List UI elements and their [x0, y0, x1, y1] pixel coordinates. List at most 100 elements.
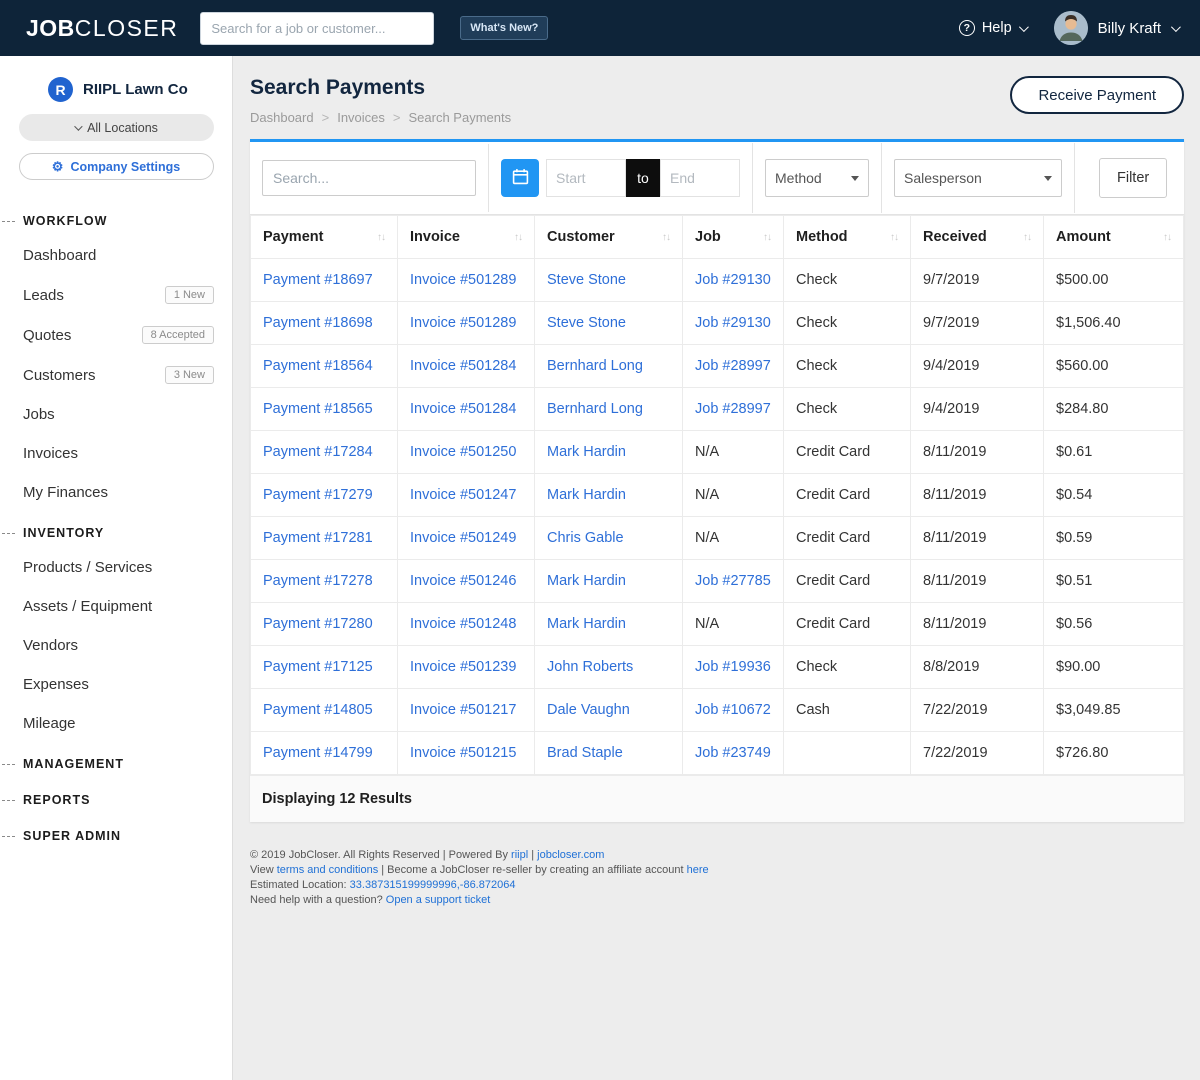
sidebar-item-my-finances[interactable]: My Finances: [0, 473, 232, 512]
breadcrumb-dashboard[interactable]: Dashboard: [250, 110, 314, 125]
customer-cell-link[interactable]: Steve Stone: [535, 259, 683, 302]
payment-cell-link[interactable]: Payment #18565: [251, 388, 398, 431]
sidebar-item-expenses[interactable]: Expenses: [0, 665, 232, 704]
column-header-payment[interactable]: Payment↑↓: [251, 216, 398, 259]
all-locations-dropdown[interactable]: All Locations: [19, 114, 214, 141]
invoice-cell-link[interactable]: Invoice #501247: [398, 474, 535, 517]
calendar-button[interactable]: [501, 159, 539, 197]
end-date-input[interactable]: [660, 159, 740, 197]
invoice-cell-link[interactable]: Invoice #501248: [398, 603, 535, 646]
footer-link[interactable]: riipl: [511, 849, 528, 861]
column-header-received[interactable]: Received↑↓: [911, 216, 1044, 259]
payment-cell-link[interactable]: Payment #17284: [251, 431, 398, 474]
invoice-cell-link[interactable]: Invoice #501289: [398, 302, 535, 345]
invoice-cell-link[interactable]: Invoice #501217: [398, 689, 535, 732]
sidebar-item-mileage[interactable]: Mileage: [0, 704, 232, 743]
job-cell-link[interactable]: Job #27785: [683, 560, 784, 603]
payment-cell-link[interactable]: Payment #14805: [251, 689, 398, 732]
help-menu[interactable]: ? Help: [959, 20, 1026, 36]
start-date-input[interactable]: [546, 159, 626, 197]
customer-cell-link[interactable]: Bernhard Long: [535, 388, 683, 431]
footer-link[interactable]: here: [687, 864, 709, 876]
whats-new-button[interactable]: What's New?: [460, 16, 548, 40]
company-settings-button[interactable]: ⚙ Company Settings: [19, 153, 214, 180]
receive-payment-button[interactable]: Receive Payment: [1010, 76, 1184, 114]
table-row: Payment #18564Invoice #501284Bernhard Lo…: [251, 345, 1184, 388]
invoice-cell-link[interactable]: Invoice #501215: [398, 732, 535, 775]
payment-cell-link[interactable]: Payment #14799: [251, 732, 398, 775]
column-header-job[interactable]: Job↑↓: [683, 216, 784, 259]
payment-cell-link[interactable]: Payment #17125: [251, 646, 398, 689]
customer-cell-link[interactable]: Brad Staple: [535, 732, 683, 775]
table-row: Payment #17125Invoice #501239John Robert…: [251, 646, 1184, 689]
invoice-cell-link[interactable]: Invoice #501284: [398, 388, 535, 431]
payment-cell-link[interactable]: Payment #17280: [251, 603, 398, 646]
footer-text: © 2019 JobCloser. All Rights Reserved | …: [250, 849, 511, 861]
customer-cell-link[interactable]: Mark Hardin: [535, 474, 683, 517]
invoice-cell-link[interactable]: Invoice #501289: [398, 259, 535, 302]
payment-cell-link[interactable]: Payment #18697: [251, 259, 398, 302]
sidebar-item-assets-equipment[interactable]: Assets / Equipment: [0, 587, 232, 626]
customer-cell-link[interactable]: Dale Vaughn: [535, 689, 683, 732]
filter-button[interactable]: Filter: [1099, 158, 1167, 198]
customer-cell-link[interactable]: Mark Hardin: [535, 431, 683, 474]
payment-cell-link[interactable]: Payment #18698: [251, 302, 398, 345]
sidebar-item-jobs[interactable]: Jobs: [0, 395, 232, 434]
global-search-input[interactable]: [200, 12, 434, 45]
invoice-cell-link[interactable]: Invoice #501246: [398, 560, 535, 603]
method-cell: [784, 732, 911, 775]
method-cell: Cash: [784, 689, 911, 732]
salesperson-select[interactable]: Salesperson: [894, 159, 1062, 197]
sidebar-section-inventory[interactable]: INVENTORY: [0, 512, 232, 548]
payment-cell-link[interactable]: Payment #17279: [251, 474, 398, 517]
sidebar-section-super-admin[interactable]: SUPER ADMIN: [0, 815, 232, 851]
customer-cell-link[interactable]: Steve Stone: [535, 302, 683, 345]
footer-link[interactable]: terms and conditions: [277, 864, 379, 876]
job-cell-link[interactable]: Job #28997: [683, 345, 784, 388]
column-header-amount[interactable]: Amount↑↓: [1044, 216, 1184, 259]
sidebar-section-label: REPORTS: [23, 793, 90, 807]
breadcrumb-invoices[interactable]: Invoices: [337, 110, 385, 125]
customer-cell-link[interactable]: Mark Hardin: [535, 560, 683, 603]
sidebar-item-dashboard[interactable]: Dashboard: [0, 236, 232, 275]
sidebar-item-quotes[interactable]: Quotes8 Accepted: [0, 315, 232, 355]
customer-cell-link[interactable]: Chris Gable: [535, 517, 683, 560]
job-cell-link[interactable]: Job #28997: [683, 388, 784, 431]
payment-cell-link[interactable]: Payment #17278: [251, 560, 398, 603]
invoice-cell-link[interactable]: Invoice #501249: [398, 517, 535, 560]
customer-cell-link[interactable]: John Roberts: [535, 646, 683, 689]
dash-icon: [2, 836, 15, 837]
app-logo[interactable]: JOBCLOSER: [26, 15, 178, 42]
footer-link[interactable]: 33.387315199999996,-86.872064: [350, 879, 516, 891]
sidebar-section-workflow[interactable]: WORKFLOW: [0, 200, 232, 236]
sidebar-item-invoices[interactable]: Invoices: [0, 434, 232, 473]
invoice-cell-link[interactable]: Invoice #501239: [398, 646, 535, 689]
customer-cell-link[interactable]: Bernhard Long: [535, 345, 683, 388]
column-header-customer[interactable]: Customer↑↓: [535, 216, 683, 259]
customer-cell-link[interactable]: Mark Hardin: [535, 603, 683, 646]
invoice-cell-link[interactable]: Invoice #501284: [398, 345, 535, 388]
job-cell-link[interactable]: Job #23749: [683, 732, 784, 775]
sidebar-item-products-services[interactable]: Products / Services: [0, 548, 232, 587]
method-select[interactable]: Method: [765, 159, 869, 197]
footer-text: Need help with a question?: [250, 894, 386, 906]
sidebar-item-leads[interactable]: Leads1 New: [0, 275, 232, 315]
invoice-cell-link[interactable]: Invoice #501250: [398, 431, 535, 474]
job-cell-link[interactable]: Job #19936: [683, 646, 784, 689]
sidebar-section-reports[interactable]: REPORTS: [0, 779, 232, 815]
sidebar-item-vendors[interactable]: Vendors: [0, 626, 232, 665]
footer-link[interactable]: jobcloser.com: [537, 849, 604, 861]
user-menu[interactable]: Billy Kraft: [1054, 11, 1178, 45]
received-cell: 7/22/2019: [911, 732, 1044, 775]
sidebar-item-customers[interactable]: Customers3 New: [0, 355, 232, 395]
job-cell-link[interactable]: Job #10672: [683, 689, 784, 732]
sidebar-section-management[interactable]: MANAGEMENT: [0, 743, 232, 779]
job-cell-link[interactable]: Job #29130: [683, 302, 784, 345]
job-cell-link[interactable]: Job #29130: [683, 259, 784, 302]
column-header-method[interactable]: Method↑↓: [784, 216, 911, 259]
footer-link[interactable]: Open a support ticket: [386, 894, 491, 906]
payment-cell-link[interactable]: Payment #18564: [251, 345, 398, 388]
column-header-invoice[interactable]: Invoice↑↓: [398, 216, 535, 259]
payment-cell-link[interactable]: Payment #17281: [251, 517, 398, 560]
payments-search-input[interactable]: [262, 160, 476, 196]
